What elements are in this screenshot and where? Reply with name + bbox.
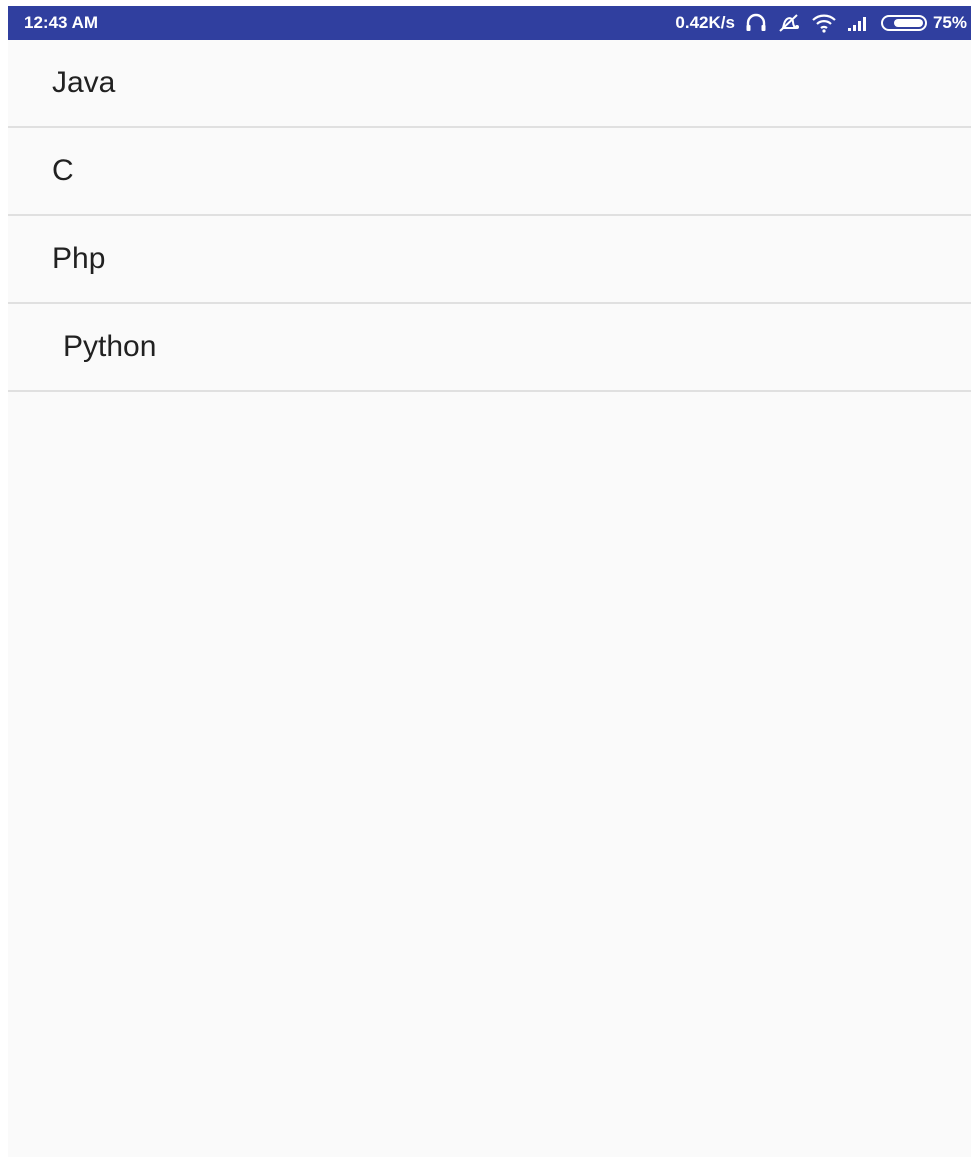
list-item-label: C [52, 154, 74, 187]
list-item-c[interactable]: C [8, 128, 971, 216]
alarm-off-icon [777, 12, 801, 34]
language-list: Java C Php Python [8, 40, 971, 392]
battery-icon [880, 15, 927, 31]
app-screen: 12:43 AM 0.42K/s 75% Java C Php Python [8, 6, 971, 1157]
list-item-label: Python [63, 330, 157, 363]
list-item-label: Php [52, 242, 106, 275]
battery-indicator: 75% [880, 13, 967, 33]
network-speed: 0.42K/s [675, 13, 735, 32]
wifi-icon [811, 12, 837, 34]
signal-icon [847, 12, 871, 34]
list-item-java[interactable]: Java [8, 40, 971, 128]
list-item-php[interactable]: Php [8, 216, 971, 304]
battery-fill [894, 19, 923, 27]
list-item-label: Java [52, 66, 116, 99]
status-time: 12:43 AM [24, 13, 99, 32]
headset-icon [745, 12, 767, 34]
battery-percent: 75% [932, 13, 967, 32]
list-item-python[interactable]: Python [8, 304, 971, 392]
status-bar: 12:43 AM 0.42K/s 75% [8, 6, 971, 40]
